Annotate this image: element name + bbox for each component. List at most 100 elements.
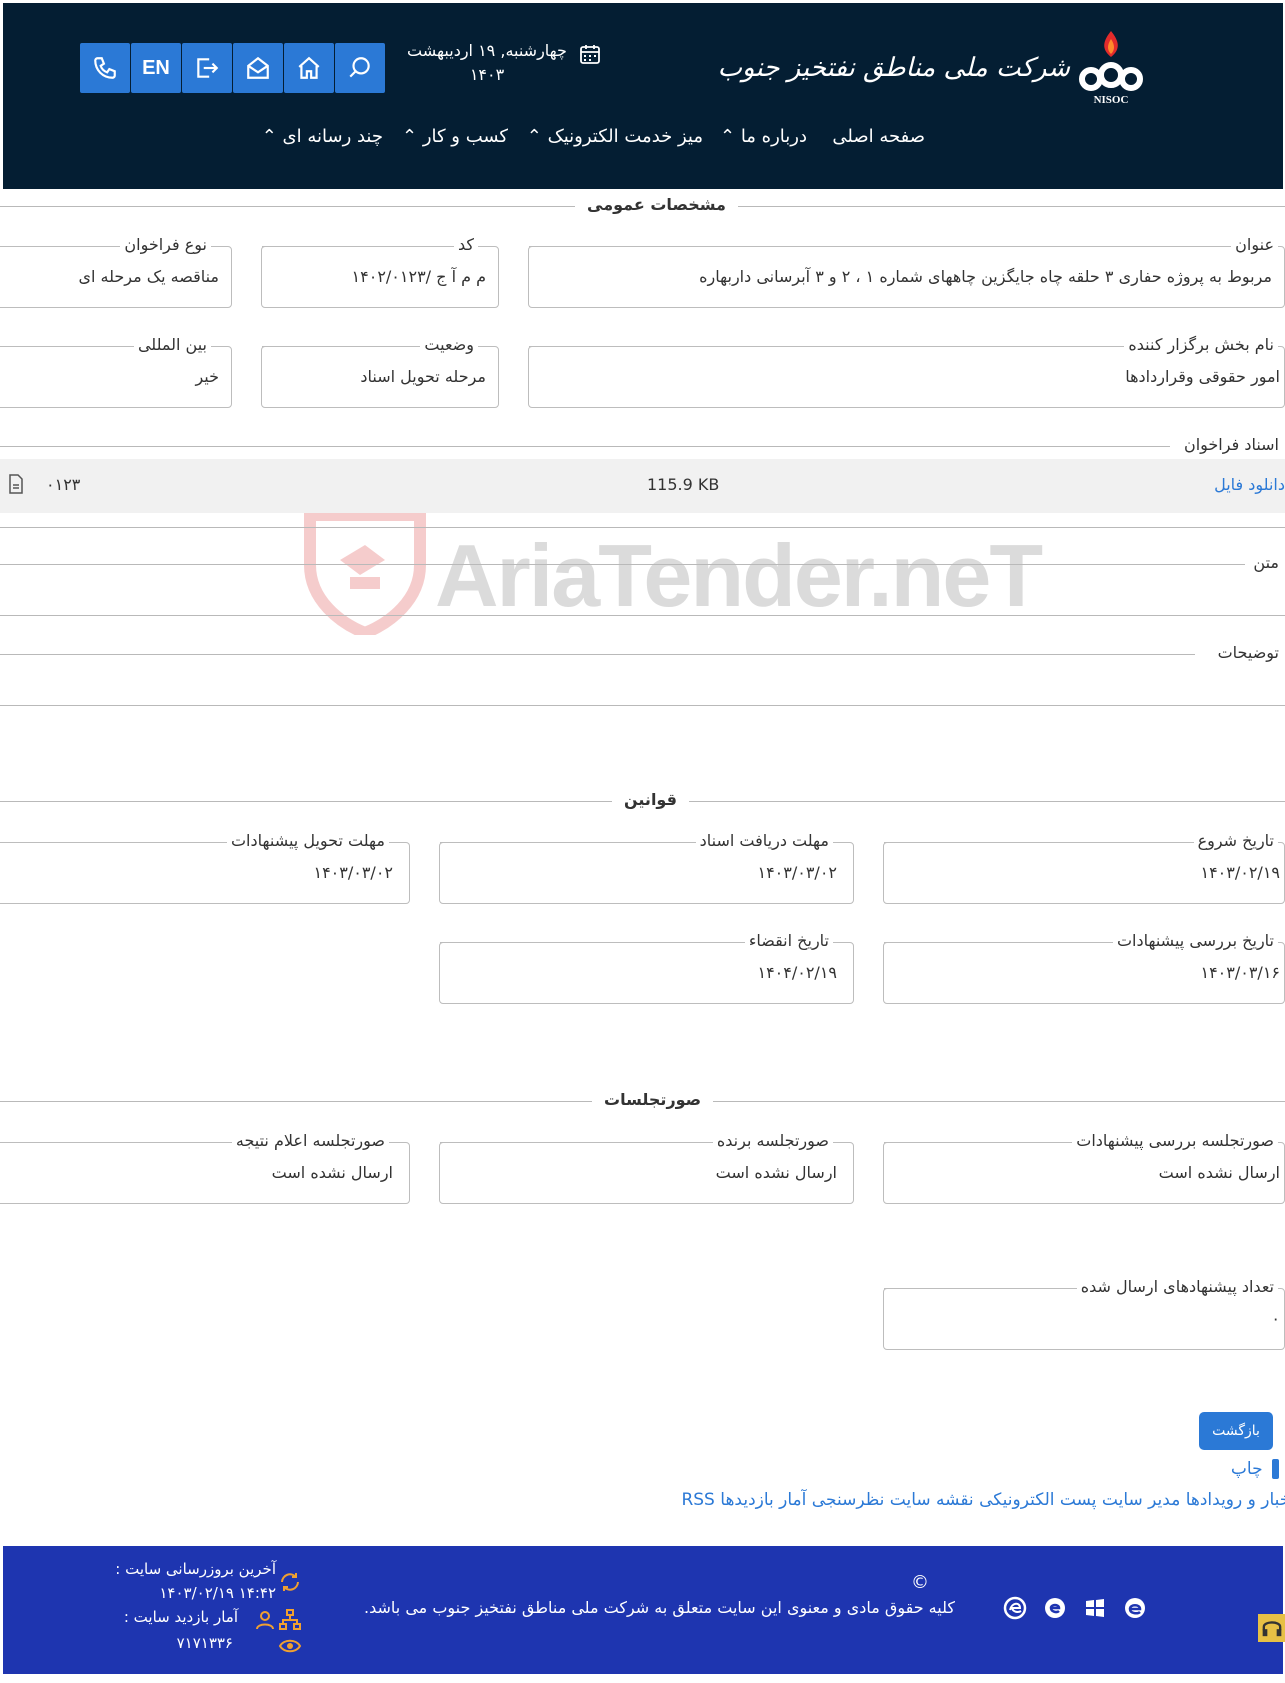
label-line [440, 942, 740, 943]
windows-icon[interactable] [1083, 1596, 1107, 1620]
offer-deadline-field: مهلت تحویل پیشنهادات ۱۴۰۳/۰۳/۰۲ [0, 831, 410, 904]
link-sitemap[interactable]: نقشه سایت [890, 1490, 974, 1510]
print-link[interactable]: چاپ [1231, 1459, 1279, 1479]
copyright-symbol: © [911, 1572, 929, 1593]
browser-e2-icon[interactable] [1043, 1596, 1067, 1620]
chevron-up-icon: ⌃ [526, 126, 542, 147]
result-minutes-label: صورتجلسه اعلام نتیجه [231, 1131, 389, 1150]
label-line [440, 842, 695, 843]
text-label: متن [1245, 553, 1279, 572]
home-button[interactable] [284, 43, 334, 93]
review-date-value: ۱۴۰۳/۰۳/۱۶ [1200, 963, 1280, 982]
subject-field: عنوان مربوط به پروژه حفاری ۳ حلقه چاه جا… [528, 235, 1285, 308]
nav-about[interactable]: درباره ما ⌃ [720, 126, 807, 147]
review-minutes-value: ارسال نشده است [1158, 1163, 1280, 1182]
code-value: م م آ ج /۱۴۰۲/۰۱۲۳ [351, 267, 486, 286]
call-type-label: نوع فراخوان [120, 235, 211, 254]
last-update-label: آخرین بروزرسانی سایت : [115, 1560, 276, 1578]
start-date-field: تاریخ شروع ۱۴۰۳/۰۲/۱۹ [883, 831, 1285, 904]
label-line [0, 346, 127, 347]
label-line [0, 246, 97, 247]
nav-e-service-label: میز خدمت الکترونیک [547, 126, 703, 147]
visits-label: آمار بازدید سایت : [123, 1608, 238, 1626]
user-icon [256, 1611, 274, 1630]
review-minutes-field: صورتجلسه بررسی پیشنهادات ارسال نشده است [883, 1131, 1285, 1204]
offer-count-value: ۰ [1271, 1309, 1280, 1328]
nisoc-logo[interactable]: NISOC شرکت ملی مناطق نفتخیز جنوب [718, 27, 1148, 109]
text-bottom-divider [0, 615, 1285, 616]
svg-text:NISOC: NISOC [1094, 94, 1129, 106]
winner-minutes-field: صورتجلسه برنده ارسال نشده است [439, 1131, 854, 1204]
desc-label: توضیحات [1209, 643, 1279, 662]
international-label: بین المللی [133, 335, 211, 354]
label-line [884, 942, 1109, 943]
doc-deadline-label: مهلت دریافت اسناد [695, 831, 833, 850]
last-update-value: ۱۴:۴۲ ۱۴۰۳/۰۲/۱۹ [159, 1584, 276, 1602]
print-icon [1272, 1459, 1279, 1479]
label-line [529, 246, 1219, 247]
org-name: شرکت ملی مناطق نفتخیز جنوب [717, 53, 1070, 83]
site-footer: © کلیه حقوق مادی و معنوی این سایت متعلق … [3, 1546, 1285, 1674]
label-line [440, 1142, 710, 1143]
doc-deadline-value: ۱۴۰۳/۰۳/۰۲ [757, 863, 837, 882]
subject-label: عنوان [1231, 235, 1278, 254]
link-site-admin[interactable]: مدیر سایت [1102, 1490, 1180, 1510]
home-icon [298, 56, 320, 79]
language-button[interactable]: EN [131, 43, 181, 93]
result-minutes-field: صورتجلسه اعلام نتیجه ارسال نشده است [0, 1131, 410, 1204]
link-email[interactable]: پست الکترونیکی [979, 1490, 1096, 1510]
link-news[interactable]: اخبار و رویدادها [1186, 1490, 1285, 1510]
site-header: NISOC شرکت ملی مناطق نفتخیز جنوب چهارشنب… [3, 3, 1283, 189]
mail-button[interactable] [233, 43, 283, 93]
nav-multimedia[interactable]: چند رسانه ای ⌃ [262, 126, 383, 147]
support-headset-icon[interactable] [1258, 1608, 1285, 1648]
link-rss[interactable]: RSS [681, 1490, 714, 1510]
file-icon[interactable] [8, 474, 24, 494]
mail-icon [247, 56, 269, 79]
search-icon [349, 57, 370, 78]
department-field: نام بخش برگزار کننده امور حقوقی وقرارداد… [528, 335, 1285, 408]
review-minutes-label: صورتجلسه بررسی پیشنهادات [1072, 1131, 1278, 1150]
label-line [884, 1142, 1074, 1143]
watermark-text: AriaTender.neT [435, 526, 1043, 625]
review-date-field: تاریخ بررسی پیشنهادات ۱۴۰۳/۰۳/۱۶ [883, 931, 1285, 1004]
offer-count-label: تعداد پیشنهادهای ارسال شده [1076, 1277, 1278, 1296]
edge-icon[interactable] [1003, 1596, 1027, 1620]
search-button[interactable] [335, 43, 385, 93]
eye-icon [278, 1639, 302, 1653]
logout-icon [197, 58, 219, 78]
call-type-field: نوع فراخوان مناقصه یک مرحله ای [0, 235, 232, 308]
subject-value: مربوط به پروژه حفاری ۳ حلقه چاه جایگزین … [699, 267, 1272, 286]
phone-button[interactable] [80, 43, 130, 93]
offer-count-field: تعداد پیشنهادهای ارسال شده ۰ [883, 1277, 1285, 1350]
docs-label: اسناد فراخوان [1175, 435, 1279, 454]
date-line-2: ۱۴۰۳ [469, 65, 505, 84]
start-date-label: تاریخ شروع [1193, 831, 1278, 850]
download-link[interactable]: دانلود فایل [1214, 475, 1285, 494]
sitemap-icon [279, 1609, 301, 1630]
status-field: وضعیت مرحله تحویل اسناد [261, 335, 499, 408]
copyright-text: کلیه حقوق مادی و معنوی این سایت متعلق به… [364, 1598, 955, 1617]
doc-size: 115.9 KB [647, 475, 720, 494]
link-survey[interactable]: نظرسنجی [812, 1490, 885, 1510]
refresh-icon [281, 1573, 299, 1591]
label-line [884, 1288, 1064, 1289]
label-line [262, 246, 458, 247]
nav-business[interactable]: کسب و کار ⌃ [402, 126, 508, 147]
nisoc-emblem-icon: NISOC [1079, 31, 1143, 106]
nav-home[interactable]: صفحه اصلی [832, 126, 925, 147]
chevron-up-icon: ⌃ [401, 126, 418, 147]
nav-e-service[interactable]: میز خدمت الکترونیک ⌃ [527, 126, 703, 147]
label-line [0, 842, 211, 843]
code-label: کد [453, 235, 478, 254]
label-line [0, 1142, 221, 1143]
print-label: چاپ [1230, 1459, 1263, 1479]
link-visit-stats[interactable]: آمار بازدیدها [720, 1490, 806, 1510]
label-line [262, 346, 412, 347]
browser-e-icon[interactable] [1123, 1596, 1147, 1620]
label-line [884, 842, 1189, 843]
back-button[interactable]: بازگشت [1199, 1412, 1273, 1450]
offer-deadline-value: ۱۴۰۳/۰۳/۰۲ [313, 863, 393, 882]
logout-button[interactable] [182, 43, 232, 93]
nav-business-label: کسب و کار [422, 126, 508, 147]
